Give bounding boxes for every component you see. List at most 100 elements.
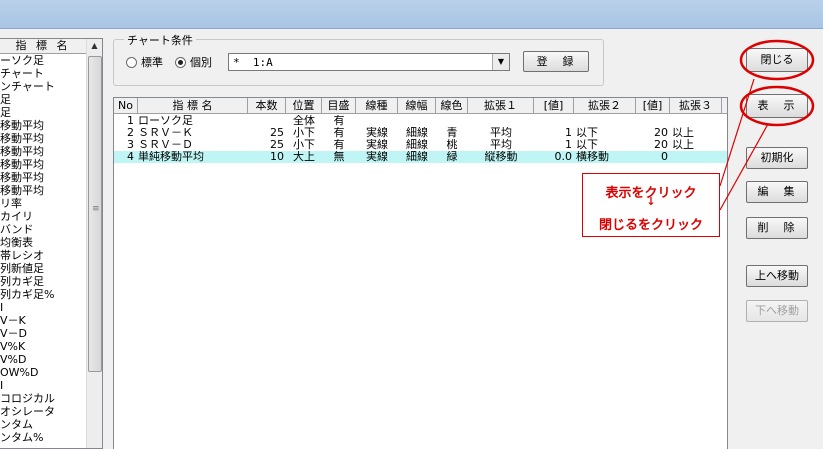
col-header-count: 本数: [248, 98, 286, 113]
instruction-callout: 表示をクリック ↓ 閉じるをクリック: [582, 173, 720, 237]
initialize-button[interactable]: 初期化: [746, 147, 808, 169]
cell-name: ＳＲＶ－Ｄ: [138, 139, 193, 151]
indicator-list-item[interactable]: ーソク足: [0, 54, 87, 67]
indicator-list-item[interactable]: 列新値足: [0, 262, 87, 275]
col-header-color: 線色: [436, 98, 468, 113]
radio-standard[interactable]: 標準: [126, 54, 163, 70]
cell-count: 10: [270, 151, 284, 163]
move-down-button[interactable]: 下へ移動: [746, 300, 808, 322]
table-row[interactable]: 2 ＳＲＶ－Ｋ 25 小下 有 実線 細線 青 平均 1 以下 20 以上: [114, 127, 727, 139]
edit-button[interactable]: 編 集: [746, 181, 808, 203]
indicator-list-item[interactable]: ンタム%: [0, 431, 87, 444]
scrollbar-thumb[interactable]: ≡: [88, 56, 102, 372]
indicator-list-item[interactable]: 列カギ足%: [0, 288, 87, 301]
cell-name: ＳＲＶ－Ｋ: [138, 127, 193, 139]
scroll-up-arrow-icon[interactable]: ▲: [87, 39, 102, 53]
close-button[interactable]: 閉じる: [746, 48, 808, 72]
cell-linetype: 実線: [366, 127, 388, 139]
indicator-list-items[interactable]: ーソク足 チャート ンチャート足足移動平均 移動平均 移動平均 移動平均 移動平均 移動平均リ…: [0, 54, 87, 444]
indicator-list-header: 指 標 名: [0, 39, 87, 54]
indicator-list-item[interactable]: 移動平均: [0, 145, 87, 158]
col-header-ext1: 拡張１: [468, 98, 534, 113]
indicator-list-item[interactable]: 移動平均: [0, 158, 87, 171]
cell-name: 単純移動平均: [138, 151, 204, 163]
cell-ext2: [574, 115, 638, 127]
indicator-list-item[interactable]: ンチャート: [0, 80, 87, 93]
indicator-list-item[interactable]: ンタム: [0, 418, 87, 431]
radio-standard-circle-icon[interactable]: [126, 56, 137, 68]
indicator-list-item[interactable]: 足: [0, 106, 87, 119]
indicator-list-item[interactable]: カイリ: [0, 210, 87, 223]
cell-ext3: [670, 115, 724, 127]
indicator-list-item[interactable]: V－D: [0, 327, 87, 340]
col-header-val2: [値]: [636, 98, 670, 113]
indicator-list-item[interactable]: OW%D: [0, 366, 87, 379]
cell-position: 小下: [293, 127, 315, 139]
indicator-list-item[interactable]: リ率: [0, 197, 87, 210]
table-header: No 指 標 名 本数 位置 目盛 線種 線幅 線色 拡張１ [値] 拡張２ […: [114, 98, 727, 114]
cell-val1: 0.0: [554, 151, 573, 163]
col-header-scale: 目盛: [322, 98, 356, 113]
display-button[interactable]: 表 示: [746, 94, 808, 118]
indicator-list-item[interactable]: V－K: [0, 314, 87, 327]
indicator-list-item[interactable]: 移動平均: [0, 132, 87, 145]
callout-line2: 閉じるをクリック: [598, 218, 703, 233]
cell-linewidth: 細線: [406, 127, 428, 139]
indicator-list-item[interactable]: 均衡表: [0, 236, 87, 249]
indicator-list-item[interactable]: コロジカル: [0, 392, 87, 405]
down-arrow-icon: ↓: [646, 195, 656, 208]
table-row[interactable]: 3 ＳＲＶ－Ｄ 25 小下 有 実線 細線 桃 平均 1 以下 20 以上: [114, 139, 727, 151]
indicator-settings-table[interactable]: No 指 標 名 本数 位置 目盛 線種 線幅 線色 拡張１ [値] 拡張２ […: [113, 97, 728, 449]
cell-linewidth: 細線: [406, 139, 428, 151]
cell-name: ローソク足: [138, 115, 193, 127]
cell-count: [248, 115, 284, 127]
cell-color: 青: [446, 127, 458, 139]
cell-linetype: 実線: [366, 151, 388, 163]
col-header-no: No: [114, 98, 138, 113]
radio-individual-circle-icon[interactable]: [175, 56, 186, 68]
cell-val2: 20: [654, 139, 668, 151]
combobox-value: * 1:A: [233, 56, 273, 69]
indicator-list-item[interactable]: V%K: [0, 340, 87, 353]
cell-ext1: [468, 115, 534, 127]
indicator-list-item[interactable]: V%D: [0, 353, 87, 366]
cell-ext2: 以下: [576, 127, 598, 139]
cell-ext3: [670, 151, 724, 163]
indicator-list-scrollbar[interactable]: ▲ ≡: [86, 39, 102, 448]
indicator-list-item[interactable]: 列カギ足: [0, 275, 87, 288]
indicator-list-item[interactable]: チャート: [0, 67, 87, 80]
cell-count: 25: [270, 139, 284, 151]
cell-val1: [534, 115, 572, 127]
dropdown-arrow-icon[interactable]: ▼: [492, 54, 509, 70]
radio-individual[interactable]: 個別: [175, 54, 212, 70]
cell-val1: 1: [565, 127, 572, 139]
col-header-linetype: 線種: [356, 98, 398, 113]
cell-ext3: 以上: [672, 127, 694, 139]
cell-linewidth: [398, 115, 436, 127]
move-up-button[interactable]: 上へ移動: [746, 265, 808, 287]
table-row[interactable]: 4 単純移動平均 10 大上 無 実線 細線 緑 縦移動 0.0 横移動 0: [114, 151, 727, 163]
indicator-list-item[interactable]: I: [0, 379, 87, 392]
indicator-list-item[interactable]: 帯レシオ: [0, 249, 87, 262]
indicator-list-item[interactable]: バンド: [0, 223, 87, 236]
indicator-list-item[interactable]: 移動平均: [0, 119, 87, 132]
indicator-list-item[interactable]: 移動平均: [0, 184, 87, 197]
register-button[interactable]: 登 録: [523, 51, 589, 72]
cell-ext1: 縦移動: [484, 151, 518, 163]
cell-position: 小下: [293, 139, 315, 151]
cell-no: 1: [127, 115, 134, 127]
cell-scale: 無: [333, 151, 345, 163]
cell-val2: 20: [654, 127, 668, 139]
table-row[interactable]: 1 ローソク足 全体 有: [114, 115, 727, 127]
indicator-list-item[interactable]: オシレータ: [0, 405, 87, 418]
window-title-bar: [0, 0, 823, 29]
cell-color: 桃: [446, 139, 458, 151]
indicator-list-panel[interactable]: 指 標 名 ーソク足 チャート ンチャート足足移動平均 移動平均 移動平均 移動平均 移動平…: [0, 38, 103, 449]
indicator-list-item[interactable]: I: [0, 301, 87, 314]
chart-condition-combobox[interactable]: * 1:A ▼: [228, 53, 510, 71]
indicator-list-item[interactable]: 足: [0, 93, 87, 106]
cell-ext3: 以上: [672, 139, 694, 151]
indicator-list-item[interactable]: 移動平均: [0, 171, 87, 184]
delete-button[interactable]: 削 除: [746, 217, 808, 239]
radio-standard-label: 標準: [141, 56, 163, 69]
